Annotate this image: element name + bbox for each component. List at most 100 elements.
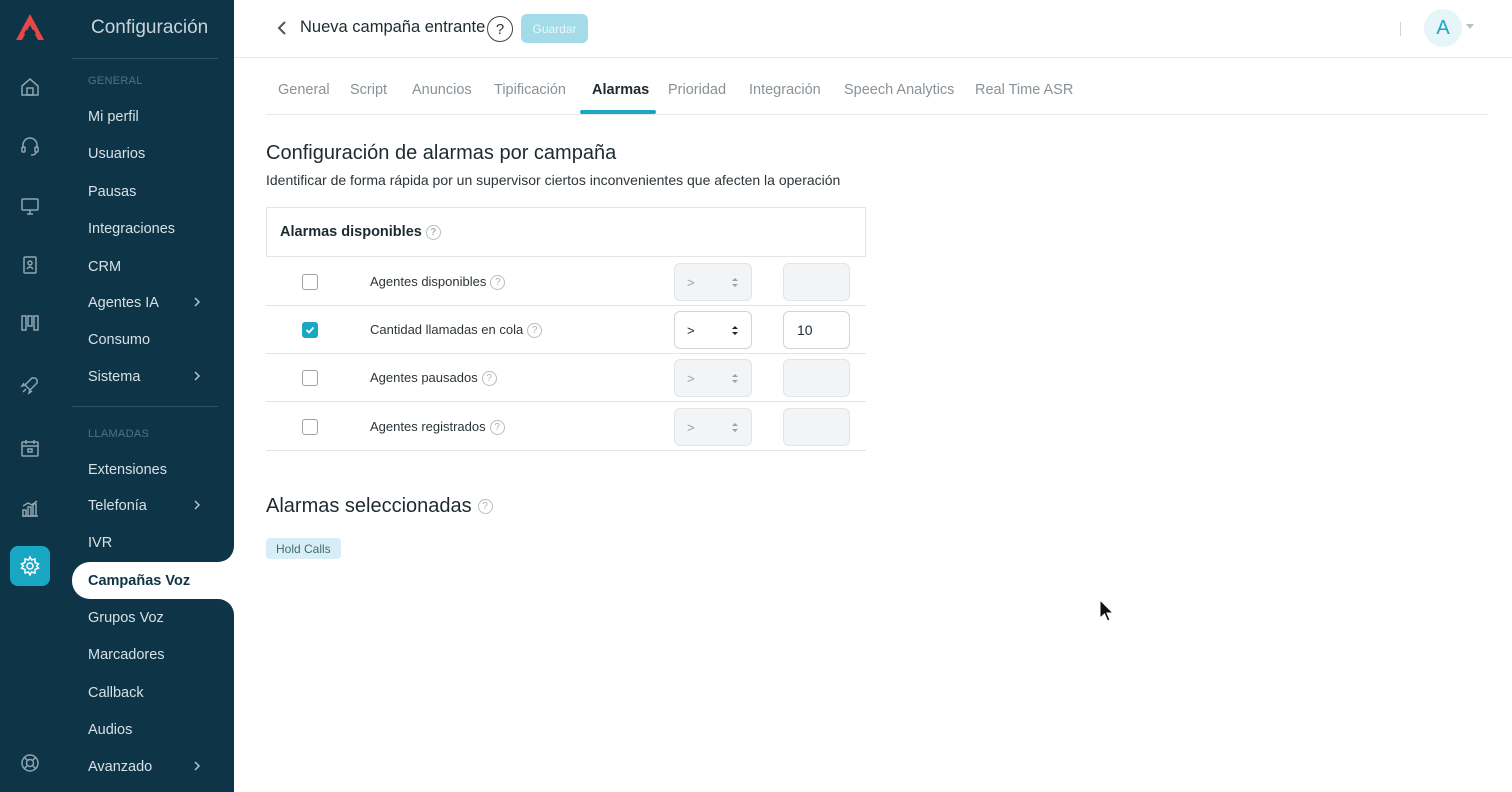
sidebar-item-mi-perfil[interactable]: Mi perfil bbox=[72, 98, 234, 135]
avatar[interactable]: A bbox=[1424, 9, 1462, 47]
settings-gear-icon[interactable] bbox=[10, 546, 50, 586]
alarm-operator-select[interactable]: > bbox=[674, 263, 752, 301]
alarm-operator-select[interactable]: > bbox=[674, 311, 752, 349]
select-arrows-icon bbox=[732, 278, 738, 287]
sidebar-item-ivr[interactable]: IVR bbox=[72, 524, 234, 561]
campaign-tabs: General Script Anuncios Tipificación Ala… bbox=[266, 66, 1488, 115]
alarm-threshold-input[interactable]: 10 bbox=[783, 311, 850, 349]
sidebar-item-extensiones[interactable]: Extensiones bbox=[72, 451, 234, 488]
caret-down-icon[interactable] bbox=[1466, 24, 1474, 29]
header-separator bbox=[1400, 22, 1401, 36]
sidebar-item-label: Audios bbox=[88, 721, 133, 738]
sidebar-item-label: Mi perfil bbox=[88, 108, 139, 125]
tab-integracion[interactable]: Integración bbox=[749, 82, 821, 98]
alarm-threshold-input[interactable] bbox=[783, 408, 850, 446]
mouse-cursor-icon bbox=[1099, 599, 1115, 622]
question-icon[interactable]: ? bbox=[481, 371, 497, 387]
tab-real-time-asr[interactable]: Real Time ASR bbox=[975, 82, 1073, 98]
alarm-row: Agentes registrados? > bbox=[266, 402, 866, 451]
tab-prioridad[interactable]: Prioridad bbox=[668, 82, 726, 98]
sidebar-item-grupos-voz[interactable]: Grupos Voz bbox=[72, 599, 234, 636]
sidebar-item-label: CRM bbox=[88, 258, 122, 275]
sidebar-item-consumo[interactable]: Consumo bbox=[72, 321, 234, 358]
page-title: Nueva campaña entrante bbox=[300, 18, 486, 36]
page-header: Nueva campaña entrante ? Guardar A bbox=[234, 0, 1512, 58]
contacts-book-icon[interactable] bbox=[10, 245, 50, 285]
tab-script[interactable]: Script bbox=[350, 82, 387, 98]
tab-general[interactable]: General bbox=[278, 82, 330, 98]
question-icon[interactable]: ? bbox=[490, 275, 506, 291]
alarm-label-text: Agentes pausados bbox=[370, 370, 478, 385]
sidebar-item-label: Campañas Voz bbox=[88, 572, 191, 589]
alarm-label: Cantidad llamadas en cola? bbox=[370, 322, 543, 339]
sidebar-item-usuarios[interactable]: Usuarios bbox=[72, 135, 234, 172]
selected-alarm-chip[interactable]: Hold Calls bbox=[266, 538, 341, 559]
sidebar-divider bbox=[72, 58, 218, 59]
sidebar-item-audios[interactable]: Audios bbox=[72, 711, 234, 748]
tab-alarmas[interactable]: Alarmas bbox=[592, 82, 649, 98]
chevron-right-icon bbox=[194, 371, 201, 381]
alarm-operator-select[interactable]: > bbox=[674, 408, 752, 446]
sidebar-item-label: Grupos Voz bbox=[88, 609, 164, 626]
operator-value: > bbox=[687, 274, 695, 290]
columns-icon[interactable] bbox=[10, 303, 50, 343]
sidebar-item-pausas[interactable]: Pausas bbox=[72, 173, 234, 210]
sidebar-item-sistema[interactable]: Sistema bbox=[72, 358, 234, 395]
support-lifebuoy-icon[interactable] bbox=[10, 743, 50, 783]
alarm-label: Agentes disponibles? bbox=[370, 274, 506, 291]
section-subtitle: Identificar de forma rápida por un super… bbox=[266, 172, 841, 188]
help-icon[interactable]: ? bbox=[487, 16, 513, 42]
alarm-checkbox[interactable] bbox=[302, 370, 318, 386]
sidebar-item-callback[interactable]: Callback bbox=[72, 674, 234, 711]
brand-logo-icon[interactable] bbox=[14, 12, 46, 42]
select-arrows-icon bbox=[732, 326, 738, 335]
sidebar-item-campanas-voz[interactable]: Campañas Voz bbox=[72, 562, 234, 599]
tab-anuncios[interactable]: Anuncios bbox=[412, 82, 472, 98]
save-button[interactable]: Guardar bbox=[521, 14, 588, 43]
sidebar-item-telefonia[interactable]: Telefonía bbox=[72, 487, 234, 524]
alarm-checkbox[interactable] bbox=[302, 419, 318, 435]
question-icon[interactable]: ? bbox=[425, 224, 441, 240]
alarm-label-text: Agentes registrados bbox=[370, 419, 486, 434]
monitor-icon[interactable] bbox=[10, 186, 50, 226]
sidebar-item-crm[interactable]: CRM bbox=[72, 248, 234, 285]
sidebar-divider bbox=[72, 406, 218, 407]
alarm-threshold-input[interactable] bbox=[783, 263, 850, 301]
alarm-checkbox[interactable] bbox=[302, 274, 318, 290]
alarm-row: Agentes pausados? > bbox=[266, 353, 866, 402]
rocket-icon[interactable] bbox=[10, 365, 50, 405]
available-alarms-panel: Alarmas disponibles? Agentes disponibles… bbox=[266, 207, 866, 451]
question-icon[interactable]: ? bbox=[477, 499, 493, 515]
sidebar-item-label: Marcadores bbox=[88, 646, 165, 663]
alarm-threshold-input[interactable] bbox=[783, 359, 850, 397]
app-window: Configuración GENERAL Mi perfil Usuarios… bbox=[0, 0, 1512, 792]
sidebar-item-agentes-ia[interactable]: Agentes IA bbox=[72, 284, 234, 321]
sidebar-item-label: Avanzado bbox=[88, 758, 153, 775]
sidebar-title: Configuración bbox=[91, 17, 209, 38]
selected-alarms-title: Alarmas seleccionadas? bbox=[266, 495, 493, 518]
tab-tipificacion[interactable]: Tipificación bbox=[494, 82, 566, 98]
sidebar-item-label: Usuarios bbox=[88, 145, 146, 162]
chevron-right-icon bbox=[194, 297, 201, 307]
icon-rail bbox=[0, 0, 60, 792]
stats-chart-icon[interactable] bbox=[10, 488, 50, 528]
select-arrows-icon bbox=[732, 423, 738, 432]
back-arrow-icon[interactable] bbox=[274, 18, 290, 38]
calendar-icon[interactable] bbox=[10, 428, 50, 468]
alarm-operator-select[interactable]: > bbox=[674, 359, 752, 397]
operator-value: > bbox=[687, 419, 695, 435]
sidebar-item-label: Sistema bbox=[88, 368, 141, 385]
question-icon[interactable]: ? bbox=[489, 420, 505, 436]
sidebar-item-integraciones[interactable]: Integraciones bbox=[72, 210, 234, 247]
alarm-label-text: Agentes disponibles bbox=[370, 274, 487, 289]
alarm-label: Agentes registrados? bbox=[370, 419, 505, 436]
headset-icon[interactable] bbox=[10, 126, 50, 166]
home-icon[interactable] bbox=[10, 67, 50, 107]
sidebar-item-avanzado[interactable]: Avanzado bbox=[72, 748, 234, 785]
tab-speech-analytics[interactable]: Speech Analytics bbox=[844, 82, 954, 98]
active-tab-indicator bbox=[580, 110, 656, 114]
select-arrows-icon bbox=[732, 374, 738, 383]
sidebar-item-marcadores[interactable]: Marcadores bbox=[72, 636, 234, 673]
question-icon[interactable]: ? bbox=[527, 323, 543, 339]
alarm-checkbox[interactable] bbox=[302, 322, 318, 338]
